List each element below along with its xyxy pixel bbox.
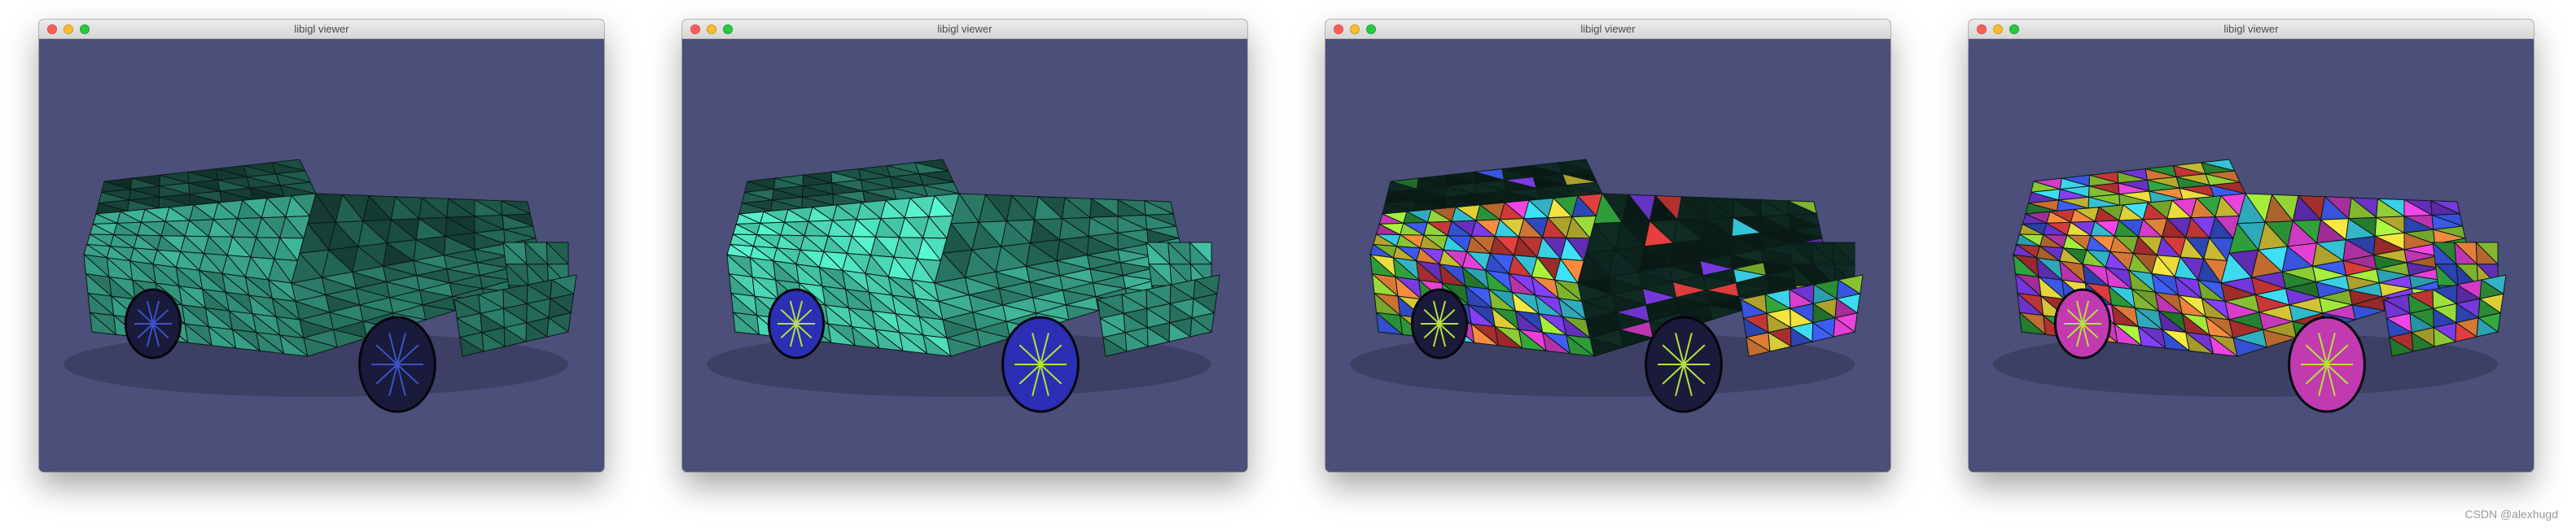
viewer-window-1[interactable]: libigl viewer [39, 20, 604, 472]
title-bar[interactable]: libigl viewer [39, 20, 604, 39]
viewer-window-2[interactable]: libigl viewer [682, 20, 1247, 472]
watermark: CSDN @alexhugd [2464, 508, 2558, 521]
title-bar[interactable]: libigl viewer [1969, 20, 2534, 39]
window-title: libigl viewer [937, 23, 992, 35]
window-title: libigl viewer [1580, 23, 1636, 35]
viewer-window-4[interactable]: libigl viewer [1969, 20, 2534, 472]
title-bar[interactable]: libigl viewer [682, 20, 1247, 39]
car-mesh-render [39, 39, 604, 472]
viewer-window-3[interactable]: libigl viewer [1325, 20, 1890, 472]
car-mesh-render [1325, 39, 1890, 472]
render-viewport[interactable] [1325, 39, 1890, 472]
car-mesh-render [1969, 39, 2534, 472]
render-viewport[interactable] [1969, 39, 2534, 472]
car-mesh-render [682, 39, 1247, 472]
window-title: libigl viewer [294, 23, 349, 35]
render-viewport[interactable] [682, 39, 1247, 472]
window-title: libigl viewer [2223, 23, 2279, 35]
title-bar[interactable]: libigl viewer [1325, 20, 1890, 39]
render-viewport[interactable] [39, 39, 604, 472]
